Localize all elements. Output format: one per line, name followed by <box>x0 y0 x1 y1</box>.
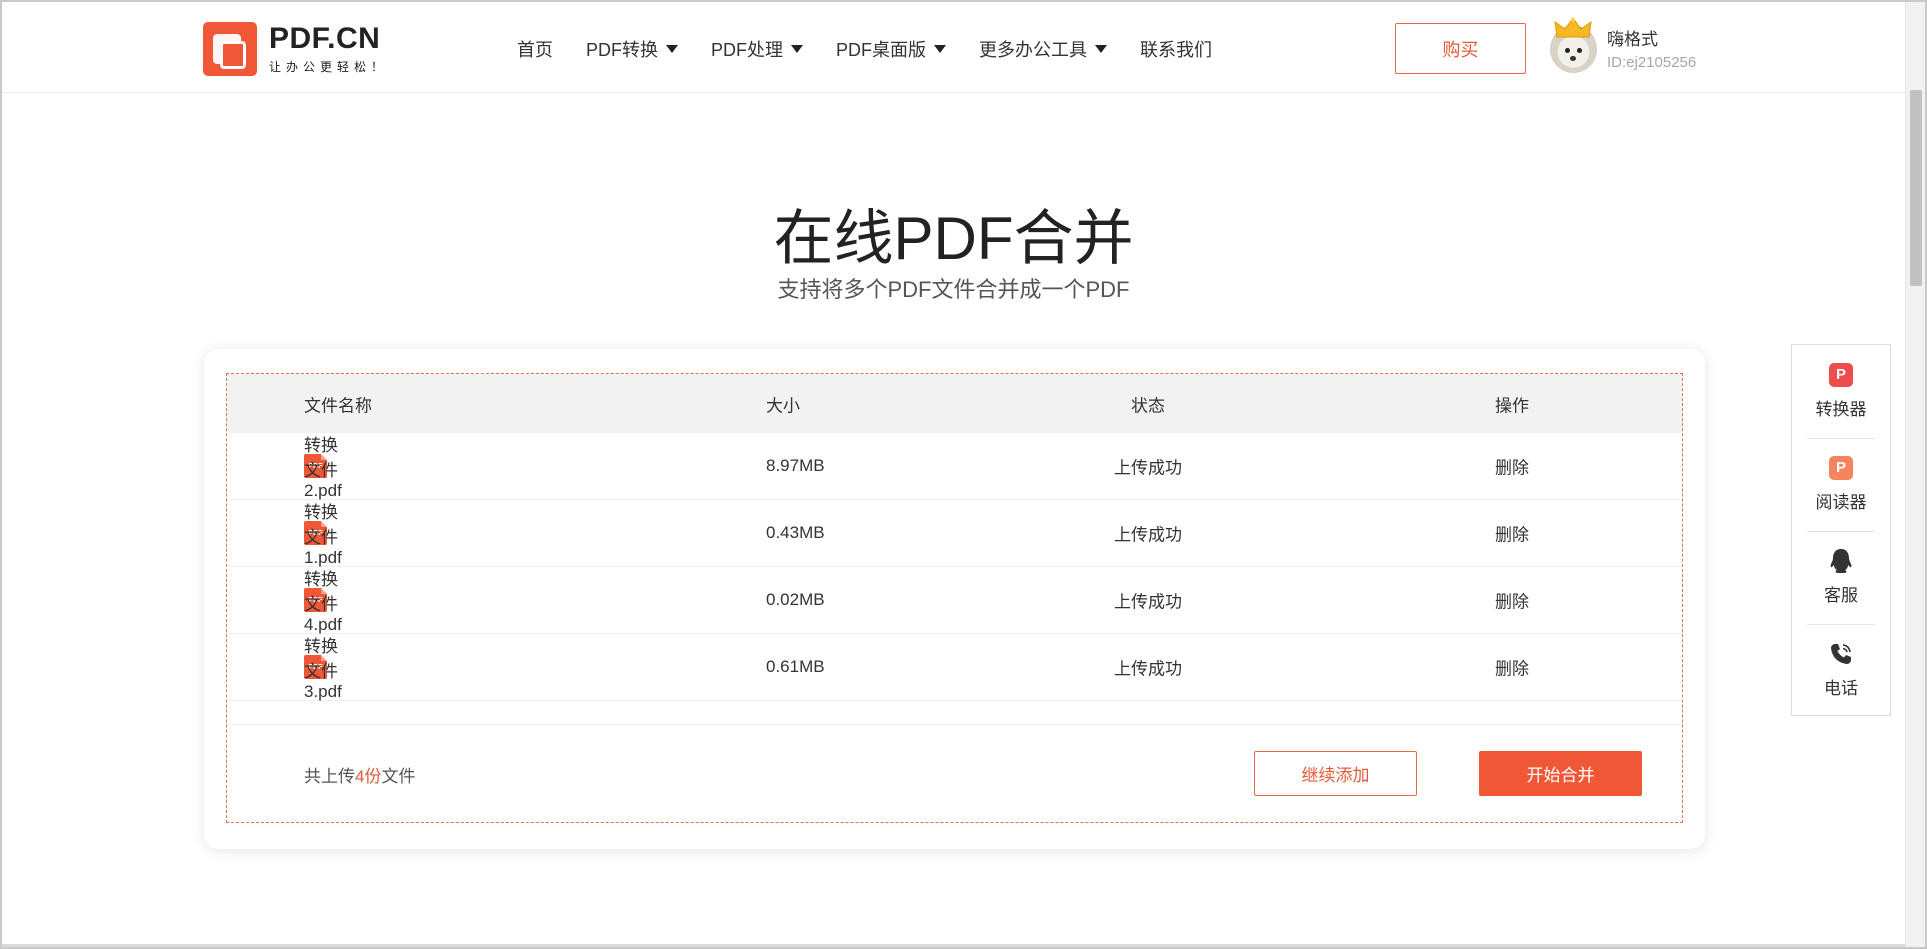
nav-contact[interactable]: 联系我们 <box>1140 36 1212 62</box>
table-row: PDF 转换文件4.pdf 0.02MB 上传成功 删除 <box>227 567 1682 634</box>
float-service[interactable]: 客服 <box>1792 531 1890 623</box>
user-name: 嗨格式 <box>1607 29 1658 49</box>
buy-button[interactable]: 购买 <box>1395 23 1526 74</box>
header-operation: 操作 <box>1495 396 1529 415</box>
qq-icon <box>1829 548 1853 573</box>
float-converter-label: 转换器 <box>1815 399 1867 419</box>
upload-count-value: 4份 <box>355 767 382 786</box>
user-menu[interactable]: 嗨格式 ID:ej2105256 <box>1550 16 1696 73</box>
crown-icon <box>1554 17 1592 38</box>
user-id: ID:ej2105256 <box>1607 53 1697 71</box>
caret-down-icon <box>1095 45 1107 53</box>
caret-down-icon <box>791 45 803 53</box>
caret-down-icon <box>666 45 678 53</box>
file-status: 上传成功 <box>1114 659 1182 679</box>
nav-pdf-desktop[interactable]: PDF桌面版 <box>836 36 946 62</box>
brand-slogan: 让办公更轻松！ <box>269 59 389 74</box>
delete-button[interactable]: 删除 <box>1495 454 1529 479</box>
site-header: PDF.CN 让办公更轻松！ 首页 PDF转换 PDF处理 PDF桌面版 更多办… <box>2 2 1905 93</box>
vertical-scrollbar[interactable] <box>1905 2 1925 947</box>
delete-button[interactable]: 删除 <box>1495 655 1529 680</box>
site-logo[interactable]: PDF.CN 让办公更轻松！ <box>203 22 388 76</box>
float-reader-label: 阅读器 <box>1815 492 1867 512</box>
table-row: PDF 转换文件1.pdf 0.43MB 上传成功 删除 <box>227 500 1682 567</box>
start-merge-button[interactable]: 开始合并 <box>1479 751 1642 796</box>
converter-icon: P <box>1829 362 1853 387</box>
table-row: PDF 转换文件3.pdf 0.61MB 上传成功 删除 <box>227 634 1682 701</box>
header-status: 状态 <box>1131 396 1165 415</box>
table-header: 文件名称 大小 状态 操作 <box>227 374 1682 433</box>
nav-pdf-convert[interactable]: PDF转换 <box>586 36 678 62</box>
file-drop-zone[interactable]: 文件名称 大小 状态 操作 PDF 转换文件2.pdf 8.97MB 上传成功 … <box>226 373 1683 823</box>
avatar[interactable] <box>1550 17 1597 73</box>
nav-pdf-process-label: PDF处理 <box>711 40 783 60</box>
nav-pdf-desktop-label: PDF桌面版 <box>836 40 926 60</box>
bottom-divider <box>2 944 1905 947</box>
float-reader[interactable]: P 阅读器 <box>1792 438 1890 530</box>
merge-actions-bar: 共上传4份文件 继续添加 开始合并 <box>227 724 1682 822</box>
reader-icon: P <box>1829 455 1853 480</box>
file-size: 8.97MB <box>766 456 825 475</box>
page-subtitle: 支持将多个PDF文件合并成一个PDF <box>777 277 1130 302</box>
upload-count: 共上传4份文件 <box>304 762 415 787</box>
main-nav: 首页 PDF转换 PDF处理 PDF桌面版 更多办公工具 联系我们 <box>517 36 1245 62</box>
file-status: 上传成功 <box>1114 592 1182 612</box>
nav-pdf-process[interactable]: PDF处理 <box>711 36 803 62</box>
add-more-button[interactable]: 继续添加 <box>1254 751 1417 796</box>
file-size: 0.02MB <box>766 590 825 609</box>
delete-button[interactable]: 删除 <box>1495 588 1529 613</box>
header-file-name: 文件名称 <box>304 396 372 415</box>
file-size: 0.43MB <box>766 523 825 542</box>
nav-contact-label: 联系我们 <box>1140 40 1212 60</box>
phone-icon <box>1829 642 1853 666</box>
merge-panel: 文件名称 大小 状态 操作 PDF 转换文件2.pdf 8.97MB 上传成功 … <box>204 349 1705 849</box>
scrollbar-thumb[interactable] <box>1910 90 1922 286</box>
page-title: 在线PDF合并 <box>773 205 1134 272</box>
float-converter[interactable]: P 转换器 <box>1792 345 1890 437</box>
upload-count-suffix: 文件 <box>381 767 416 786</box>
nav-home-label: 首页 <box>517 40 553 60</box>
float-service-label: 客服 <box>1824 585 1858 605</box>
file-status: 上传成功 <box>1114 458 1182 478</box>
file-name: 转换文件1.pdf <box>304 503 342 567</box>
header-size: 大小 <box>766 396 800 415</box>
nav-more-tools[interactable]: 更多办公工具 <box>979 36 1107 62</box>
file-status: 上传成功 <box>1114 525 1182 545</box>
side-float-panel: P 转换器 P 阅读器 客服 电话 <box>1791 344 1891 716</box>
nav-pdf-convert-label: PDF转换 <box>586 40 658 60</box>
table-row: PDF 转换文件2.pdf 8.97MB 上传成功 删除 <box>227 433 1682 500</box>
float-phone[interactable]: 电话 <box>1792 624 1890 716</box>
delete-button[interactable]: 删除 <box>1495 521 1529 546</box>
file-size: 0.61MB <box>766 657 825 676</box>
upload-count-prefix: 共上传 <box>304 767 355 786</box>
caret-down-icon <box>934 45 946 53</box>
float-phone-label: 电话 <box>1824 678 1858 698</box>
file-name: 转换文件4.pdf <box>304 570 342 634</box>
file-name: 转换文件2.pdf <box>304 436 342 500</box>
brand-name: PDF.CN <box>269 21 381 55</box>
nav-home[interactable]: 首页 <box>517 36 553 62</box>
logo-icon <box>203 22 257 76</box>
file-name: 转换文件3.pdf <box>304 637 342 701</box>
nav-more-tools-label: 更多办公工具 <box>979 40 1087 60</box>
